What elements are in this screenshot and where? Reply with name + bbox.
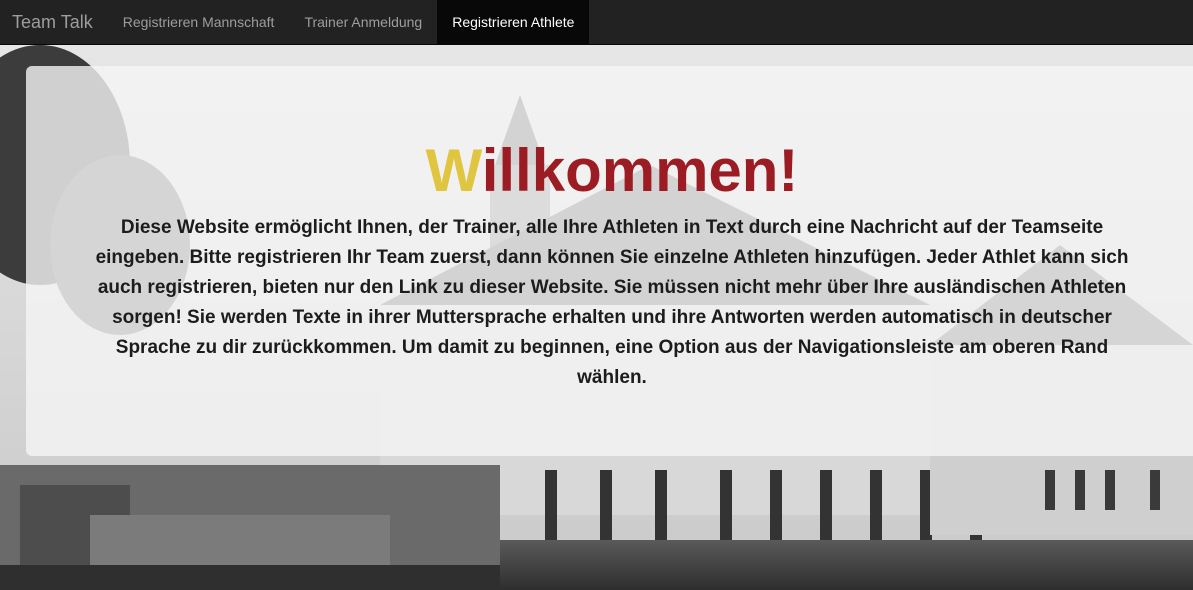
top-navbar: Team Talk Registrieren Mannschaft Traine…: [0, 0, 1193, 45]
brand-link[interactable]: Team Talk: [0, 0, 108, 44]
welcome-title-rest: illkommen!: [481, 137, 799, 204]
nav-item-trainer-anmeldung[interactable]: Trainer Anmeldung: [289, 0, 437, 44]
nav-item-registrieren-mannschaft[interactable]: Registrieren Mannschaft: [108, 0, 290, 44]
nav-item-registrieren-athlete[interactable]: Registrieren Athlete: [437, 0, 590, 44]
welcome-jumbotron: Willkommen! Diese Website ermöglicht Ihn…: [26, 66, 1193, 456]
welcome-title-first-letter: W: [425, 137, 482, 204]
welcome-title: Willkommen!: [26, 136, 1193, 206]
intro-paragraph: Diese Website ermöglicht Ihnen, der Trai…: [95, 217, 1129, 388]
